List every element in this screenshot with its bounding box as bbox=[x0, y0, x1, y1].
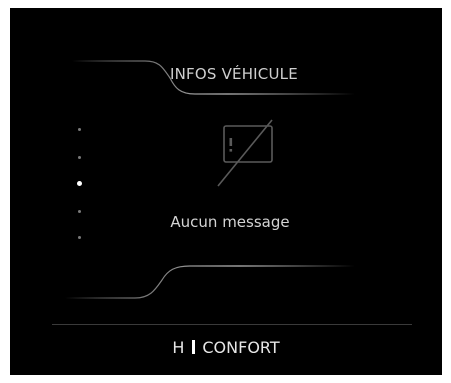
page-dot[interactable] bbox=[78, 128, 81, 131]
vehicle-info-screen: INFOS VÉHICULE Aucun message H CONFORT bbox=[10, 8, 442, 375]
drive-mode-label: CONFORT bbox=[202, 338, 280, 357]
no-message-text: Aucun message bbox=[170, 213, 290, 231]
drive-mode-bar: H CONFORT bbox=[10, 333, 442, 363]
page-dot[interactable] bbox=[78, 210, 81, 213]
message-crossed-icon bbox=[217, 119, 273, 187]
page-dot[interactable] bbox=[78, 236, 81, 239]
page-dot[interactable] bbox=[78, 156, 81, 159]
bottom-frame-line bbox=[65, 265, 355, 299]
divider bbox=[52, 324, 412, 325]
page-dot-active[interactable] bbox=[77, 181, 82, 186]
page-indicator[interactable] bbox=[74, 118, 86, 248]
gear-indicator: H bbox=[172, 338, 185, 357]
separator bbox=[192, 340, 196, 354]
panel-title: INFOS VÉHICULE bbox=[170, 65, 298, 83]
